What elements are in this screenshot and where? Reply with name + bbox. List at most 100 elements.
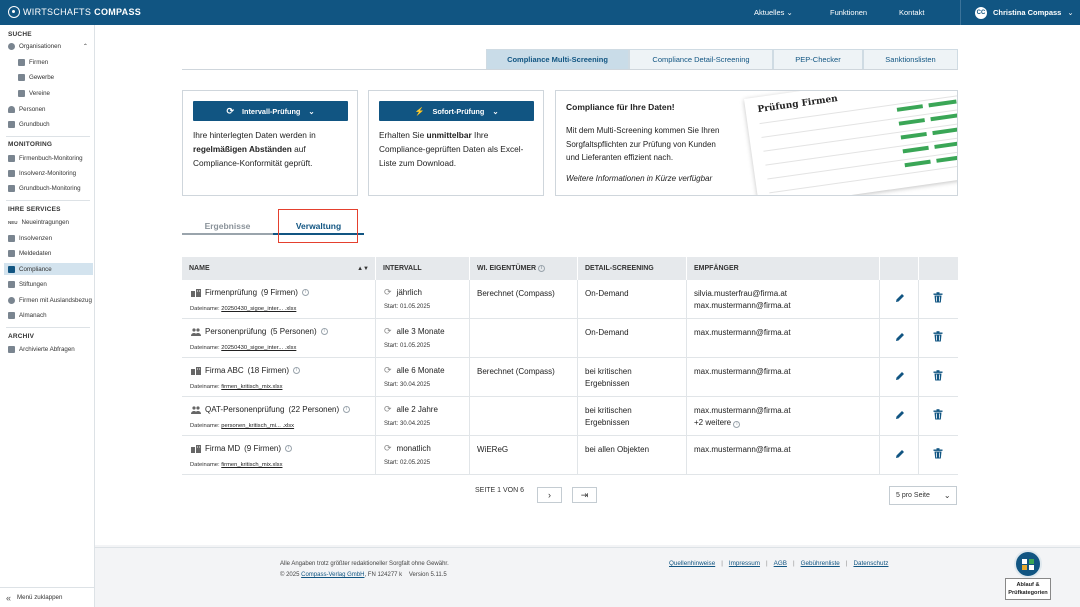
info-icon[interactable]: i xyxy=(538,265,546,272)
chevron-down-icon: ⌄ xyxy=(1067,8,1074,17)
trash-icon[interactable] xyxy=(933,409,943,420)
filename-link[interactable]: firmen_kritisch_mix.xlsx xyxy=(221,462,282,468)
collapse-menu-button[interactable]: « Menü zuklappen xyxy=(0,587,95,607)
sidebar-item-firmen[interactable]: Firmen xyxy=(18,56,94,68)
chevron-up-icon: ⌃ xyxy=(82,42,88,50)
row-filename: Dateiname: 20250430_sigoe_inter... .xlsx xyxy=(190,345,296,351)
sidebar-item-label: Personen xyxy=(19,105,46,113)
sidebar-item-personen[interactable]: Personen xyxy=(8,103,94,115)
ablauf-help-button[interactable]: Ablauf & Prüfkategorien xyxy=(1005,550,1051,600)
pencil-icon[interactable] xyxy=(895,293,905,303)
tab-pep-checker[interactable]: PEP-Checker xyxy=(773,49,863,70)
filename-link[interactable]: firmen_kritisch_mix.xlsx xyxy=(221,384,282,390)
subtab-ergebnisse[interactable]: Ergebnisse xyxy=(182,219,273,235)
sidebar-item-label: Grundbuch-Monitoring xyxy=(19,184,81,192)
footer-copyright: © 2025 Compass-Verlag GmbH, FN 124277 k … xyxy=(280,572,447,578)
sidebar-item-insolvenzen[interactable]: Insolvenzen xyxy=(8,232,94,244)
sidebar-item-meldedaten[interactable]: Meldedaten xyxy=(8,247,94,259)
footer-link-gebuehrenliste[interactable]: Gebührenliste xyxy=(801,560,840,567)
sidebar-item-stiftungen[interactable]: Stiftungen xyxy=(8,278,94,290)
cell-detail: On-Demand xyxy=(578,280,687,319)
filename-link[interactable]: 20250430_sigoe_inter... .xlsx xyxy=(221,345,296,351)
pencil-icon[interactable] xyxy=(895,410,905,420)
table-row: Personenprüfung (5 Personen) i Dateiname: … xyxy=(182,319,958,358)
sidebar-item-archivierte-abfragen[interactable]: Archivierte Abfragen xyxy=(8,343,94,355)
info-icon[interactable]: i xyxy=(343,406,351,413)
sidebar-section-suche: SUCHE xyxy=(8,31,32,38)
info-icon[interactable]: i xyxy=(285,445,292,452)
cell-eigentuemer: Berechnet (Compass) xyxy=(470,358,578,397)
sort-icon[interactable]: ▲▼ xyxy=(357,266,369,272)
sidebar-item-gewerbe[interactable]: Gewerbe xyxy=(18,71,94,83)
cell-intervall: ⟳ jährlich Start: 01.05.2025 xyxy=(376,280,470,319)
trash-icon[interactable] xyxy=(933,370,943,381)
row-name: Firmenprüfung (9 Firmen) i xyxy=(191,288,309,297)
tab-multi-screening[interactable]: Compliance Multi-Screening xyxy=(486,49,629,70)
footer-link-datenschutz[interactable]: Datenschutz xyxy=(853,560,888,567)
recipients: max.mustermann@firma.at xyxy=(694,327,791,339)
filename-link[interactable]: 20250430_sigoe_inter... .xlsx xyxy=(221,306,296,312)
sidebar-item-firmenbuch-monitoring[interactable]: Firmenbuch-Monitoring xyxy=(8,152,94,164)
promo-text: Mit dem Multi-Screening kommen Sie Ihren… xyxy=(566,124,719,165)
brand-logo[interactable]: WIRTSCHAFTS COMPASS xyxy=(8,6,141,18)
filename-link[interactable]: personen_kritisch_mi... .xlsx xyxy=(221,423,294,429)
footer-link-agb[interactable]: AGB xyxy=(774,560,787,567)
sidebar-item-insolvenz-monitoring[interactable]: Insolvenz-Monitoring xyxy=(8,167,94,179)
compass-logo-icon xyxy=(8,6,20,18)
trash-icon[interactable] xyxy=(933,292,943,303)
info-icon[interactable]: i xyxy=(733,420,741,428)
user-menu[interactable]: CC Christina Compass ⌄ xyxy=(960,0,1080,25)
sidebar-item-grundbuch[interactable]: Grundbuch xyxy=(8,118,94,130)
book-icon xyxy=(8,311,15,319)
row-name: Firma ABC (18 Firmen) i xyxy=(191,366,301,375)
pencil-icon[interactable] xyxy=(895,371,905,381)
sidebar-item-organisationen[interactable]: Organisationen ⌃ xyxy=(8,40,94,52)
column-header-name[interactable]: NAME ▲▼ xyxy=(182,257,376,280)
nav-funktionen[interactable]: Funktionen xyxy=(830,8,867,17)
sidebar-item-neueintragungen[interactable]: NEU Neueintragungen xyxy=(8,216,94,228)
row-start: Start: 02.05.2025 xyxy=(384,460,430,466)
last-page-icon: ⇥ xyxy=(580,489,589,500)
info-icon[interactable]: i xyxy=(301,289,309,296)
sofort-pruefung-button[interactable]: ⚡ Sofort-Prüfung ⌄ xyxy=(379,101,534,121)
info-icon[interactable]: i xyxy=(320,328,328,335)
tab-detail-screening[interactable]: Compliance Detail-Screening xyxy=(629,49,773,70)
footer-link-quellenhinweise[interactable]: Quellenhinweise xyxy=(669,560,715,567)
row-start: Start: 01.05.2025 xyxy=(384,343,430,349)
nav-kontakt[interactable]: Kontakt xyxy=(899,8,924,17)
sidebar-item-compliance[interactable]: Compliance xyxy=(4,263,93,275)
cell-delete xyxy=(919,319,958,358)
sofort-description: Erhalten Sie unmittelbar Ihre Compliance… xyxy=(379,128,523,170)
trash-icon[interactable] xyxy=(933,448,943,459)
nav-aktuelles[interactable]: Aktuelles ⌄ xyxy=(754,8,793,17)
info-icon[interactable]: i xyxy=(293,367,301,374)
compliance-tabs: Compliance Multi-Screening Compliance De… xyxy=(486,49,958,70)
intervall-pruefung-button[interactable]: ⟳ Intervall-Prüfung ⌄ xyxy=(193,101,348,121)
sidebar-item-grundbuch-monitoring[interactable]: Grundbuch-Monitoring xyxy=(8,182,94,194)
table-row: Firma MD (9 Firmen) i Dateiname: firmen_kr… xyxy=(182,436,958,475)
filename-label: Dateiname: xyxy=(190,345,222,351)
sidebar-item-auslandsbezug[interactable]: Firmen mit Auslandsbezug xyxy=(8,294,94,306)
chevron-down-icon: ⌄ xyxy=(786,8,793,17)
illustration-bar xyxy=(928,99,957,108)
compass-verlag-link[interactable]: Compass-Verlag GmbH xyxy=(301,572,364,578)
brand-name-bold: COMPASS xyxy=(94,7,142,17)
tab-sanktionslisten[interactable]: Sanktionslisten xyxy=(863,49,958,70)
intervall-text-bold: regelmäßigen Abständen xyxy=(193,144,292,154)
per-page-select[interactable]: 5 pro Seite ⌄ xyxy=(889,486,957,505)
intervall-text-1: Ihre hinterlegten Daten werden in xyxy=(193,130,316,140)
trash-icon[interactable] xyxy=(933,331,943,342)
last-page-button[interactable]: ⇥ xyxy=(572,487,597,503)
pencil-icon[interactable] xyxy=(895,332,905,342)
next-page-button[interactable]: › xyxy=(537,487,562,503)
cell-eigentuemer xyxy=(470,397,578,436)
chevron-down-icon: ⌄ xyxy=(308,106,315,116)
footer-link-impressum[interactable]: Impressum xyxy=(729,560,760,567)
sidebar-item-vereine[interactable]: Vereine xyxy=(18,87,94,99)
row-interval: ⟳ alle 6 Monate xyxy=(384,365,445,376)
sidebar-divider xyxy=(6,136,90,137)
sidebar-item-almanach[interactable]: Almanach xyxy=(8,309,94,321)
refresh-icon: ⟳ xyxy=(384,326,392,336)
row-interval: ⟳ monatlich xyxy=(384,443,431,454)
pencil-icon[interactable] xyxy=(895,449,905,459)
